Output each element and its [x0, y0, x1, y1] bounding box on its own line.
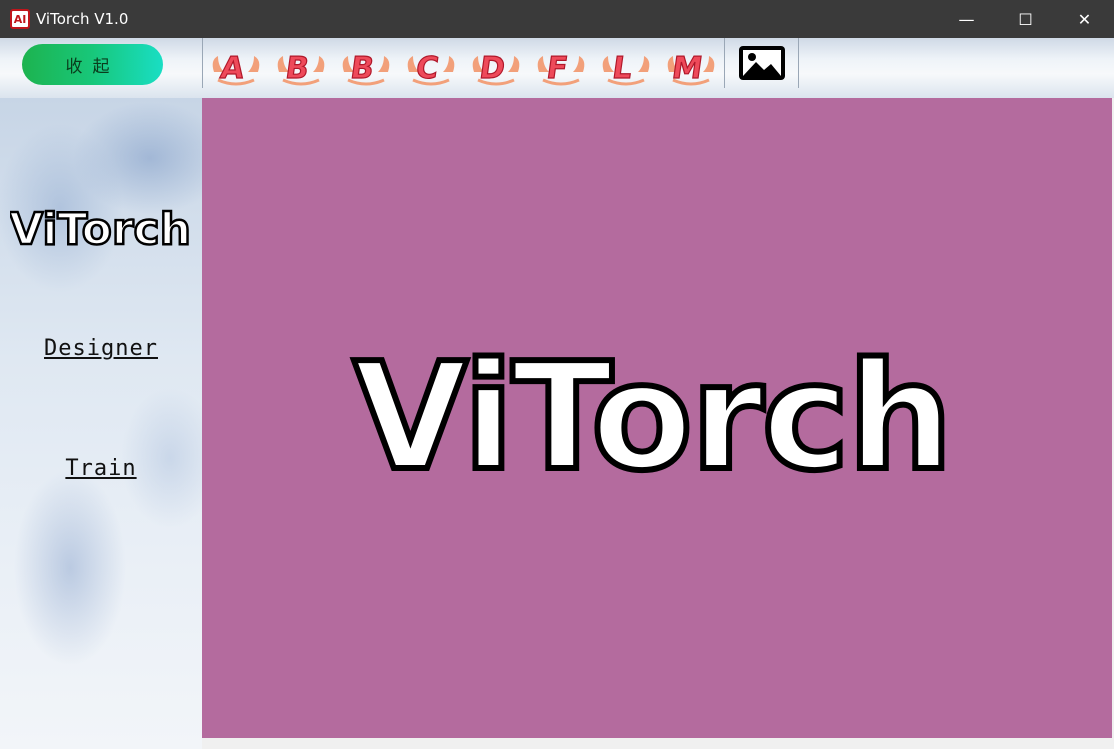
letter-icon: D — [472, 51, 520, 87]
window-controls: — ☐ ✕ — [937, 0, 1114, 38]
letter-button[interactable]: L — [598, 42, 654, 88]
letter-button[interactable]: B — [338, 42, 394, 88]
letter-icon: L — [602, 51, 650, 87]
title-bar: AI ViTorch V1.0 — ☐ ✕ — [0, 0, 1114, 38]
image-button[interactable] — [738, 45, 786, 81]
svg-text:C: C — [414, 51, 441, 86]
toolbar-separator — [202, 38, 203, 88]
letter-button[interactable]: B — [273, 42, 329, 88]
svg-text:ViTorch: ViTorch — [10, 204, 190, 255]
sidebar-logo: ViTorch — [10, 203, 190, 256]
sidebar-link-designer[interactable]: Designer — [0, 336, 202, 361]
window-title: ViTorch V1.0 — [36, 10, 129, 28]
svg-text:B: B — [283, 51, 311, 86]
main-logo: ViTorch — [350, 338, 956, 488]
toolbar-separator — [724, 38, 725, 88]
svg-text:F: F — [545, 51, 570, 86]
letter-button[interactable]: D — [468, 42, 524, 88]
letter-icon: A — [212, 51, 260, 87]
toolbar-separator — [798, 38, 799, 88]
maximize-button[interactable]: ☐ — [996, 0, 1055, 38]
svg-text:A: A — [218, 51, 247, 86]
sidebar: ViTorch Designer Train — [0, 98, 202, 749]
letter-icon: B — [277, 51, 325, 87]
svg-text:B: B — [348, 51, 376, 86]
letter-icon: B — [342, 51, 390, 87]
letter-button[interactable]: M — [663, 42, 719, 88]
letter-button[interactable]: A — [208, 42, 264, 88]
collapse-button[interactable]: 收起 — [22, 44, 163, 85]
svg-text:L: L — [610, 51, 634, 86]
close-button[interactable]: ✕ — [1055, 0, 1114, 38]
image-icon — [739, 46, 785, 80]
letter-icon: M — [667, 51, 715, 87]
app-icon: AI — [10, 9, 30, 29]
minimize-button[interactable]: — — [937, 0, 996, 38]
main-canvas: ViTorch — [202, 98, 1112, 738]
letter-button[interactable]: C — [403, 42, 459, 88]
svg-text:M: M — [670, 51, 705, 86]
svg-text:D: D — [477, 51, 507, 86]
letter-icon: F — [537, 51, 585, 87]
svg-text:ViTorch: ViTorch — [353, 338, 951, 488]
letter-button[interactable]: F — [533, 42, 589, 88]
sidebar-link-train[interactable]: Train — [0, 456, 202, 481]
letter-icon: C — [407, 51, 455, 87]
toolbar: 收起 A B B C D F L M — [0, 38, 1114, 98]
